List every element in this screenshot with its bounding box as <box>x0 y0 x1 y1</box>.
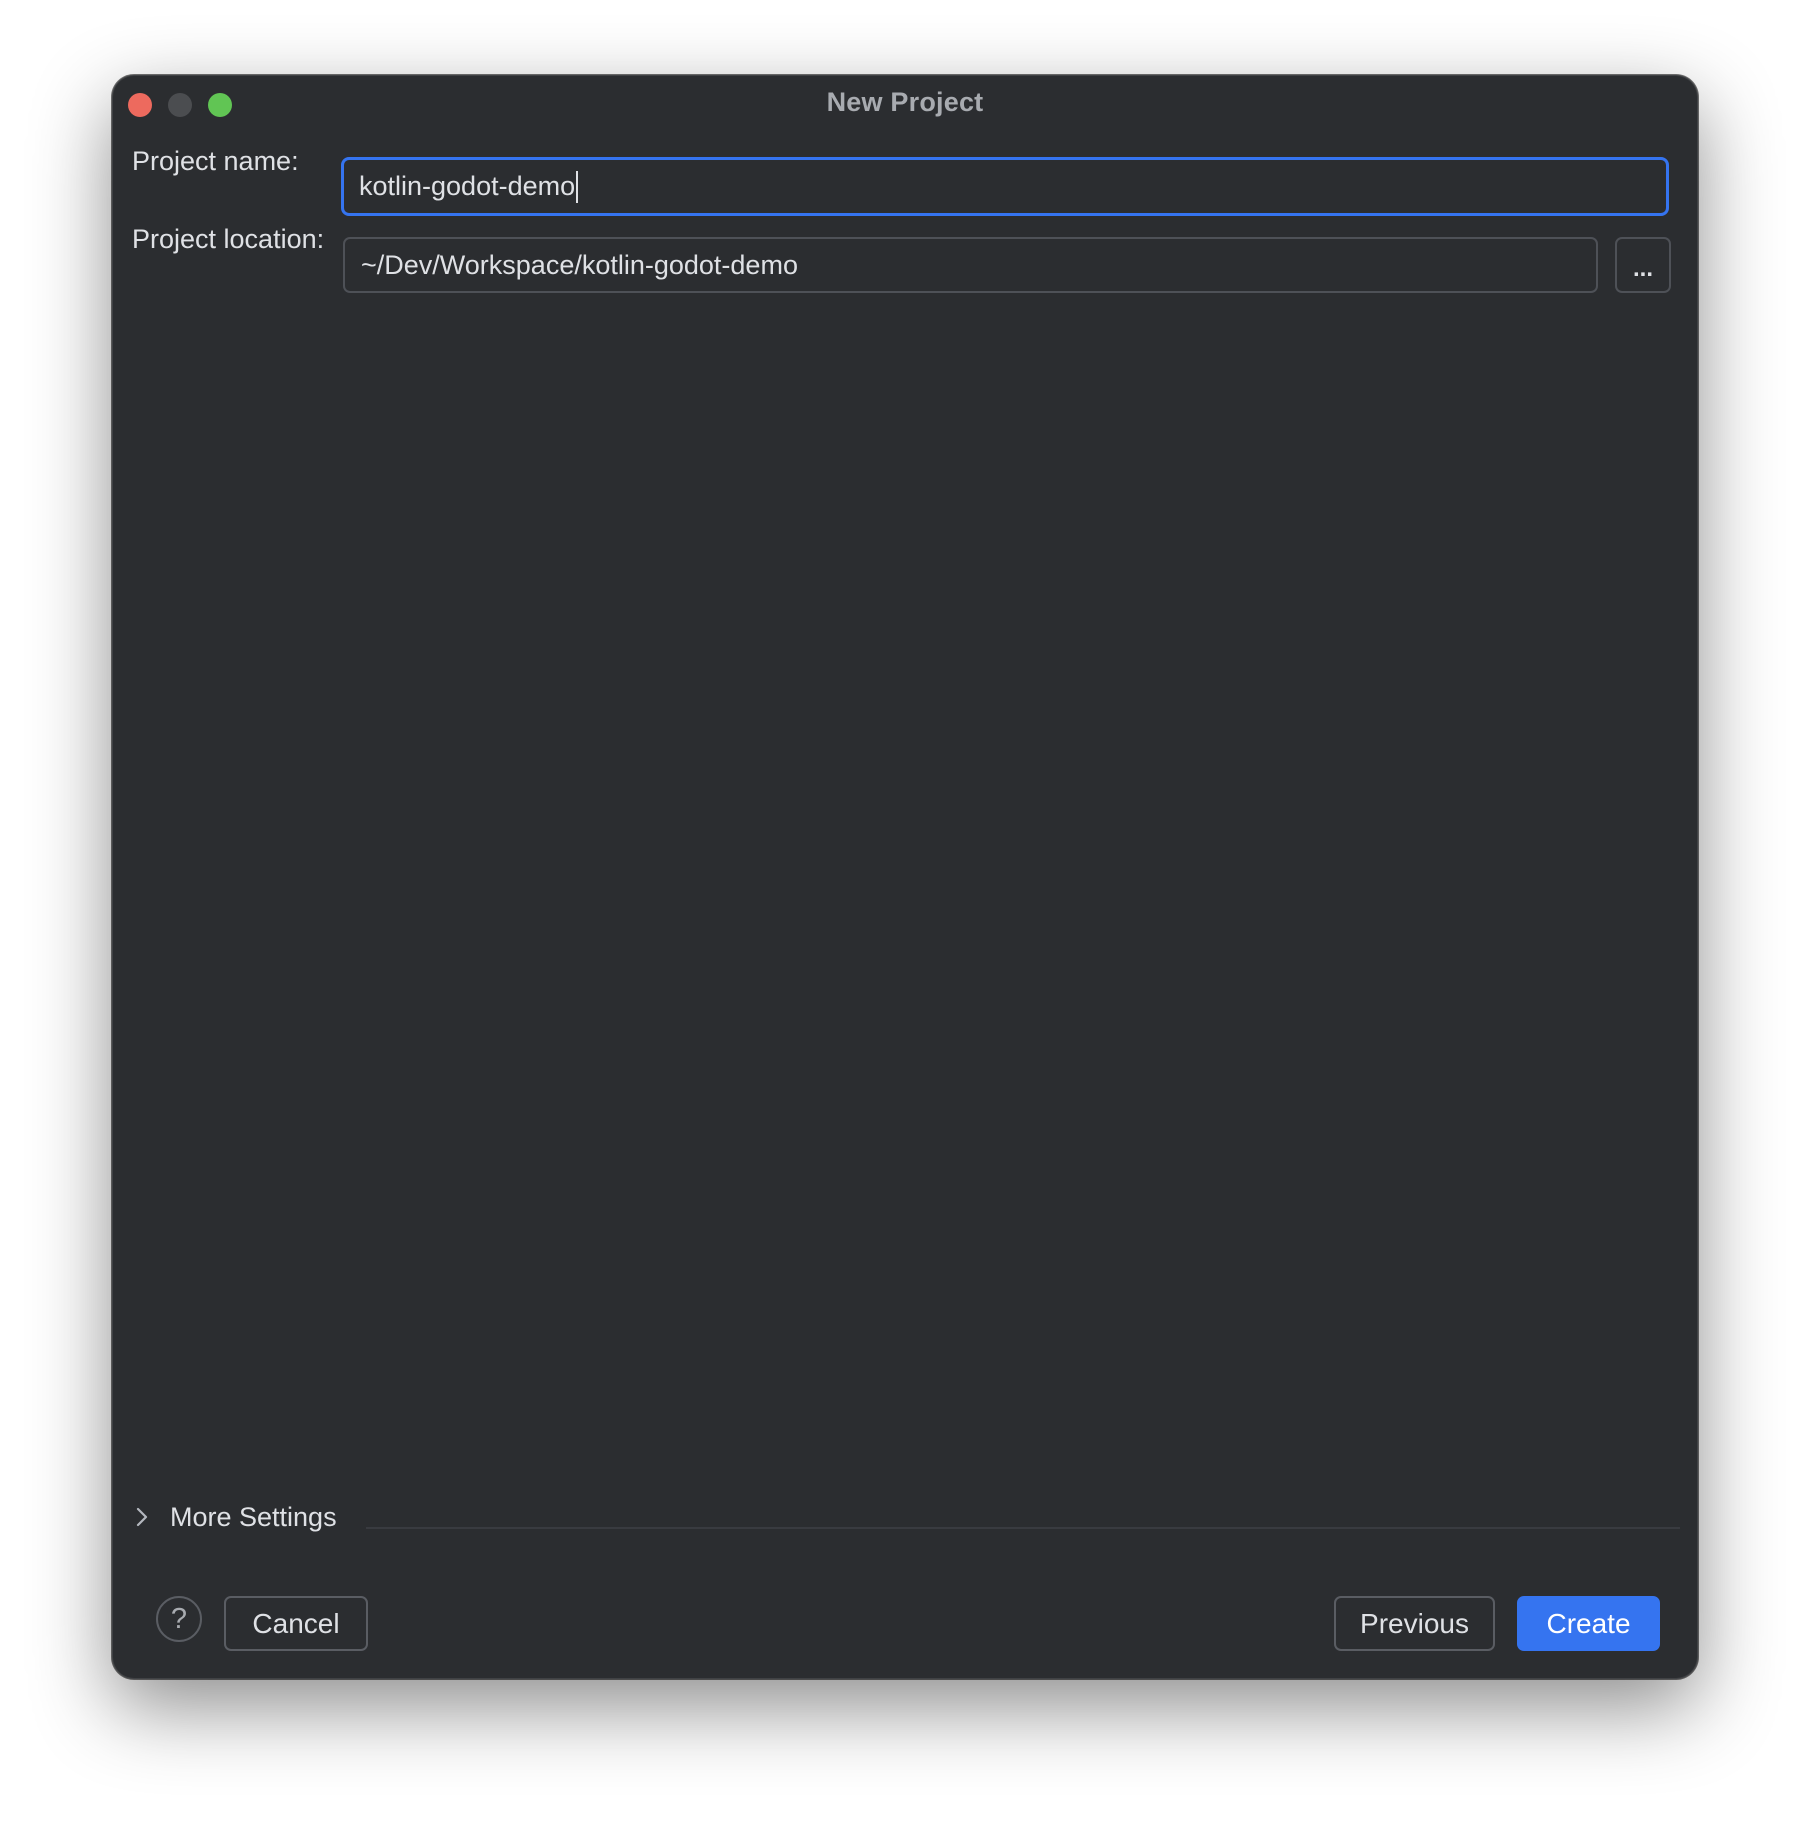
chevron-right-icon <box>132 1507 152 1527</box>
section-divider <box>366 1527 1680 1529</box>
project-name-value: kotlin-godot-demo <box>359 171 576 201</box>
browse-location-button[interactable]: ... <box>1615 237 1671 293</box>
more-settings-toggle[interactable]: More Settings <box>132 1497 337 1537</box>
project-location-input[interactable]: ~/Dev/Workspace/kotlin-godot-demo <box>343 237 1598 293</box>
project-location-value: ~/Dev/Workspace/kotlin-godot-demo <box>361 249 798 280</box>
title-bar: New Project <box>112 75 1698 135</box>
cancel-button[interactable]: Cancel <box>224 1596 368 1651</box>
project-name-input[interactable]: kotlin-godot-demo <box>341 157 1669 216</box>
project-location-label: Project location: <box>132 224 325 254</box>
project-name-label: Project name: <box>132 146 299 176</box>
text-caret <box>576 170 579 203</box>
more-settings-label: More Settings <box>170 1501 337 1532</box>
help-button[interactable]: ? <box>156 1596 202 1642</box>
create-button[interactable]: Create <box>1517 1596 1660 1651</box>
previous-button[interactable]: Previous <box>1334 1596 1495 1651</box>
window-title: New Project <box>826 87 984 117</box>
new-project-dialog: New Project Project name: kotlin-godot-d… <box>112 75 1698 1679</box>
